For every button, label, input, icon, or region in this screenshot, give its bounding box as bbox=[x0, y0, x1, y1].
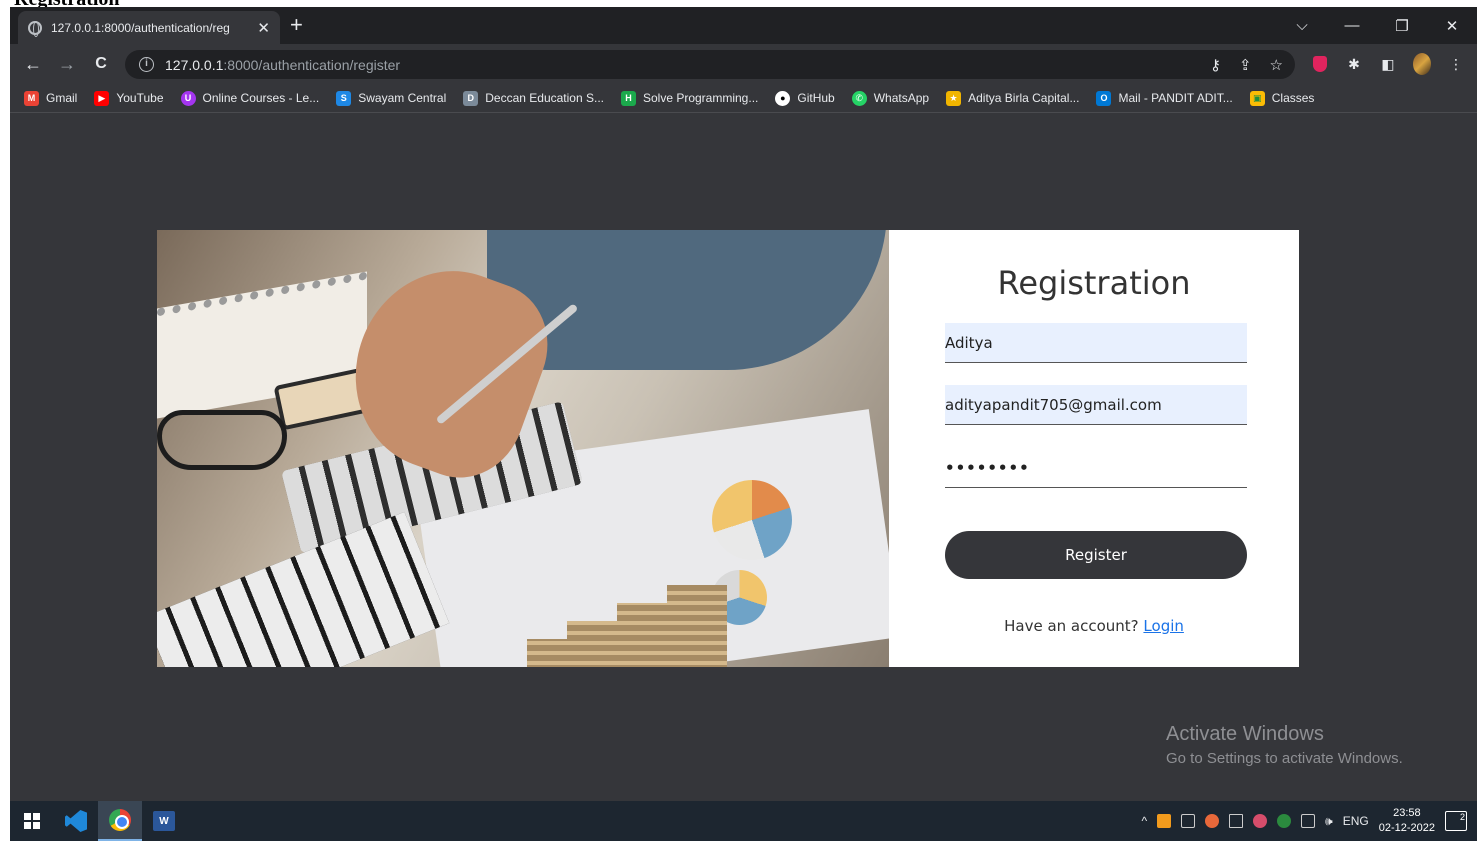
tray-display-icon[interactable] bbox=[1301, 814, 1316, 828]
bookmark-whatsapp[interactable]: ✆ WhatsApp bbox=[851, 90, 929, 106]
finance-hero-image bbox=[157, 230, 889, 667]
bookmark-gmail[interactable]: M Gmail bbox=[24, 90, 77, 106]
taskbar-chrome[interactable] bbox=[98, 801, 142, 841]
start-button[interactable] bbox=[10, 801, 54, 841]
tray-overflow-caret[interactable]: ^ bbox=[1142, 814, 1148, 828]
have-account-text: Have an account? bbox=[1004, 617, 1144, 635]
taskbar-vscode[interactable] bbox=[54, 801, 98, 841]
site-info-icon[interactable]: i bbox=[139, 57, 154, 72]
deccan-icon: D bbox=[463, 90, 479, 106]
tab-title: 127.0.0.1:8000/authentication/reg bbox=[51, 20, 230, 35]
restore-button[interactable]: ❐ bbox=[1377, 17, 1427, 35]
udemy-icon: U bbox=[180, 90, 196, 106]
watermark-line-1: Activate Windows bbox=[1166, 723, 1324, 745]
adblock-shield-icon[interactable] bbox=[1311, 55, 1329, 73]
key-icon[interactable]: ⚷ bbox=[1210, 56, 1221, 74]
tray-flower-icon[interactable] bbox=[1253, 814, 1268, 828]
github-icon: ● bbox=[775, 90, 791, 106]
reload-button[interactable]: C bbox=[84, 55, 118, 73]
forward-button[interactable]: → bbox=[50, 54, 84, 75]
side-panel-icon[interactable]: ◧ bbox=[1379, 55, 1397, 73]
bookmarks-bar: M Gmail ▶ YouTube U Online Courses - Le... … bbox=[10, 84, 1477, 113]
tab-search-icon[interactable]: ⌵ bbox=[1277, 17, 1327, 34]
tray-sync-icon[interactable] bbox=[1181, 814, 1196, 828]
puzzle-extensions-icon[interactable]: ✱ bbox=[1345, 55, 1363, 73]
bookmark-online-courses[interactable]: U Online Courses - Le... bbox=[180, 90, 319, 106]
register-button[interactable]: Register bbox=[945, 531, 1247, 579]
username-field[interactable]: Aditya bbox=[945, 323, 1247, 363]
minimize-button[interactable]: — bbox=[1327, 17, 1377, 34]
username-value: Aditya bbox=[945, 334, 993, 352]
bookmark-swayam[interactable]: S Swayam Central bbox=[336, 90, 446, 106]
notification-center-icon[interactable]: 2 bbox=[1445, 811, 1467, 831]
windows-taskbar: W ^ 🕪 ENG 23:58 02-12-2022 2 bbox=[10, 801, 1477, 841]
profile-avatar-icon[interactable] bbox=[1413, 53, 1431, 75]
login-link[interactable]: Login bbox=[1143, 617, 1183, 635]
email-field[interactable]: adityapandit705@gmail.com bbox=[945, 385, 1247, 425]
chrome-icon bbox=[109, 809, 131, 831]
language-indicator[interactable]: ENG bbox=[1343, 814, 1369, 828]
globe-icon bbox=[28, 20, 42, 37]
omnibox-actions: ⚷ ⇪ ☆ bbox=[1210, 50, 1283, 79]
extensions-area: ✱ ◧ ⋮ bbox=[1311, 44, 1465, 84]
bookmark-mail-pandit[interactable]: O Mail - PANDIT ADIT... bbox=[1096, 90, 1233, 106]
volume-icon[interactable]: 🕪 bbox=[1325, 814, 1333, 829]
login-prompt: Have an account? Login bbox=[889, 617, 1299, 635]
window-controls: ⌵ — ❐ ✕ bbox=[1277, 7, 1477, 44]
password-field[interactable]: •••••••• bbox=[945, 448, 1247, 488]
youtube-icon: ▶ bbox=[94, 90, 110, 106]
tab-strip: 127.0.0.1:8000/authentication/reg ✕ + ⌵ … bbox=[10, 7, 1477, 44]
vscode-icon bbox=[65, 810, 87, 832]
activate-windows-watermark: Activate Windows Go to Settings to activ… bbox=[1166, 723, 1403, 767]
clock-date: 02-12-2022 bbox=[1378, 822, 1435, 834]
bookmark-classes[interactable]: ▣ Classes bbox=[1249, 90, 1314, 106]
notification-count: 2 bbox=[1459, 812, 1465, 822]
tray-vpn-icon[interactable] bbox=[1205, 814, 1220, 828]
hackerrank-icon: H bbox=[620, 90, 636, 106]
word-icon: W bbox=[153, 811, 175, 831]
close-window-button[interactable]: ✕ bbox=[1427, 17, 1477, 35]
tab-close-icon[interactable]: ✕ bbox=[257, 19, 270, 37]
registration-form: Registration Aditya adityapandit705@gmai… bbox=[889, 230, 1299, 667]
share-icon[interactable]: ⇪ bbox=[1239, 56, 1252, 74]
page-title: Registration bbox=[997, 264, 1191, 302]
new-tab-button[interactable]: + bbox=[290, 14, 303, 36]
aditya-birla-icon: ★ bbox=[946, 90, 962, 106]
gmail-icon: M bbox=[24, 90, 39, 106]
outlook-icon: O bbox=[1096, 90, 1112, 106]
browser-toolbar: ← → C i 127.0.0.1:8000/authentication/re… bbox=[10, 44, 1477, 84]
browser-window: 127.0.0.1:8000/authentication/reg ✕ + ⌵ … bbox=[10, 7, 1477, 841]
bookmark-aditya-birla[interactable]: ★ Aditya Birla Capital... bbox=[946, 90, 1079, 106]
system-clock[interactable]: 23:58 02-12-2022 bbox=[1379, 806, 1435, 836]
tray-network-icon[interactable] bbox=[1229, 814, 1244, 828]
taskbar-word[interactable]: W bbox=[142, 801, 186, 841]
windows-logo-icon bbox=[24, 813, 40, 829]
active-tab[interactable]: 127.0.0.1:8000/authentication/reg ✕ bbox=[18, 11, 280, 44]
watermark-line-2: Go to Settings to activate Windows. bbox=[1166, 750, 1403, 767]
clock-time: 23:58 bbox=[1393, 807, 1421, 819]
bookmark-deccan[interactable]: D Deccan Education S... bbox=[463, 90, 604, 106]
menu-kebab-icon[interactable]: ⋮ bbox=[1447, 55, 1465, 73]
bookmark-solve-programming[interactable]: H Solve Programming... bbox=[620, 90, 758, 106]
system-tray: ^ 🕪 ENG 23:58 02-12-2022 2 bbox=[1142, 801, 1467, 841]
bookmark-star-icon[interactable]: ☆ bbox=[1270, 56, 1283, 74]
bookmark-youtube[interactable]: ▶ YouTube bbox=[94, 90, 164, 106]
tray-app-icon[interactable] bbox=[1157, 814, 1172, 828]
whatsapp-icon: ✆ bbox=[851, 90, 867, 106]
url-path: :8000/authentication/register bbox=[223, 56, 401, 73]
url-host: 127.0.0.1 bbox=[165, 56, 224, 73]
back-button[interactable]: ← bbox=[16, 54, 50, 75]
tray-security-icon[interactable] bbox=[1277, 814, 1292, 828]
swayam-icon: S bbox=[336, 90, 352, 106]
bookmark-github[interactable]: ● GitHub bbox=[775, 90, 835, 106]
password-value: •••••••• bbox=[945, 459, 1030, 477]
address-bar[interactable]: i 127.0.0.1:8000/authentication/register… bbox=[125, 50, 1295, 79]
registration-card: Registration Aditya adityapandit705@gmai… bbox=[157, 230, 1299, 667]
page-viewport: Registration Aditya adityapandit705@gmai… bbox=[10, 113, 1477, 805]
classroom-icon: ▣ bbox=[1249, 90, 1265, 106]
email-value: adityapandit705@gmail.com bbox=[945, 396, 1162, 414]
